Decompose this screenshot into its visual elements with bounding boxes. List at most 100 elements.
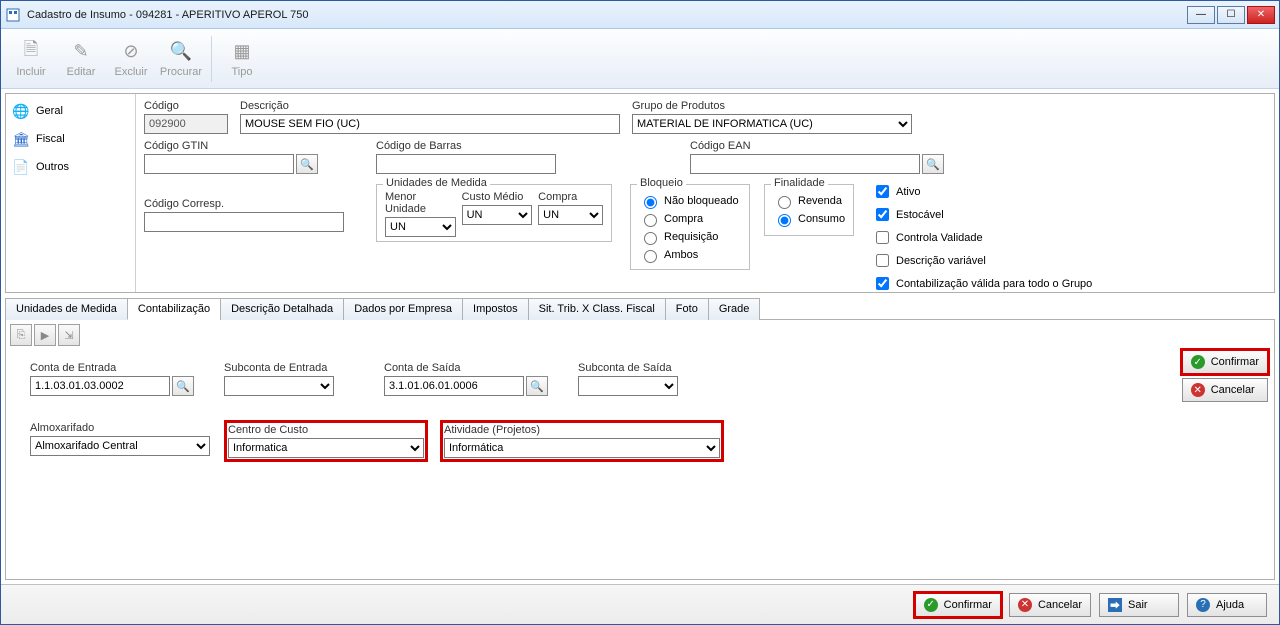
maximize-button[interactable]: ☐ xyxy=(1217,6,1245,24)
footer-confirmar-button[interactable]: ✓ Confirmar xyxy=(915,593,1001,617)
tab-sit-trib[interactable]: Sit. Trib. X Class. Fiscal xyxy=(528,298,666,320)
validade-label: Controla Validade xyxy=(896,232,983,244)
new-doc-icon: 🗎 xyxy=(19,40,43,64)
subconta-entrada-select[interactable] xyxy=(224,376,334,396)
descvar-checkbox[interactable] xyxy=(876,254,889,267)
sidenav-outros[interactable]: 📄 Outros xyxy=(10,156,131,178)
conta-saida-search[interactable]: 🔍 xyxy=(526,376,548,396)
tab-impostos[interactable]: Impostos xyxy=(462,298,529,320)
conta-saida-input[interactable] xyxy=(384,376,524,396)
sidenav-fiscal[interactable]: 🏛 Fiscal xyxy=(10,128,131,150)
finalidade-consumo-radio[interactable] xyxy=(778,214,791,227)
codigo-label: Código xyxy=(144,100,228,112)
ean-search-button[interactable]: 🔍 xyxy=(922,154,944,174)
bloqueio-compra-label: Compra xyxy=(664,213,703,225)
mini-play-button[interactable]: ▶ xyxy=(34,324,56,346)
contab-checkbox[interactable] xyxy=(876,277,889,290)
tab-contabilizacao[interactable]: Contabilização xyxy=(127,298,221,320)
toolbar-incluir[interactable]: 🗎 Incluir xyxy=(7,32,55,86)
corresp-input[interactable] xyxy=(144,212,344,232)
footer-confirmar-label: Confirmar xyxy=(944,599,992,611)
grupo-select[interactable]: MATERIAL DE INFORMATICA (UC) xyxy=(632,114,912,134)
bloqueio-ambos-radio[interactable] xyxy=(644,250,657,263)
toolbar-editar[interactable]: ✎ Editar xyxy=(57,32,105,86)
menor-unidade-label: Menor Unidade xyxy=(385,191,456,215)
tab-grade[interactable]: Grade xyxy=(708,298,761,320)
close-button[interactable]: ✕ xyxy=(1247,6,1275,24)
atividade-select[interactable]: Informática xyxy=(444,438,720,458)
menor-unidade-select[interactable]: UN xyxy=(385,217,456,237)
finalidade-revenda-radio[interactable] xyxy=(778,196,791,209)
atividade-label: Atividade (Projetos) xyxy=(444,424,720,436)
toolbar-excluir[interactable]: ⊘ Excluir xyxy=(107,32,155,86)
inner-confirmar-label: Confirmar xyxy=(1211,356,1259,368)
finalidade-consumo-label: Consumo xyxy=(798,213,845,225)
custo-medio-label: Custo Médio xyxy=(462,191,533,203)
footer-cancelar-button[interactable]: ✕ Cancelar xyxy=(1009,593,1091,617)
tab-dados-empresa[interactable]: Dados por Empresa xyxy=(343,298,463,320)
minimize-button[interactable]: — xyxy=(1187,6,1215,24)
mini-copy-button[interactable]: ⎘ xyxy=(10,324,32,346)
toolbar-procurar[interactable]: 🔍 Procurar xyxy=(157,32,205,86)
app-icon xyxy=(5,7,21,23)
conta-entrada-input[interactable] xyxy=(30,376,170,396)
tab-unidades[interactable]: Unidades de Medida xyxy=(5,298,128,320)
barras-input[interactable] xyxy=(376,154,556,174)
grupo-label: Grupo de Produtos xyxy=(632,100,912,112)
cancel-icon: ✕ xyxy=(1018,598,1032,612)
window-title: Cadastro de Insumo - 094281 - APERITIVO … xyxy=(27,9,1187,21)
inner-confirmar-button[interactable]: ✓ Confirmar xyxy=(1182,350,1268,374)
footer-ajuda-label: Ajuda xyxy=(1216,599,1244,611)
toolbar-tipo[interactable]: ▦ Tipo xyxy=(218,32,266,86)
subconta-entrada-label: Subconta de Entrada xyxy=(224,362,334,374)
ativo-checkbox[interactable] xyxy=(876,185,889,198)
sidenav-fiscal-label: Fiscal xyxy=(36,133,65,145)
subconta-saida-select[interactable] xyxy=(578,376,678,396)
edit-doc-icon: ✎ xyxy=(69,40,93,64)
toolbar-excluir-label: Excluir xyxy=(114,66,147,78)
tab-foto[interactable]: Foto xyxy=(665,298,709,320)
descricao-input[interactable] xyxy=(240,114,620,134)
mini-paste-button[interactable]: ⇲ xyxy=(58,324,80,346)
type-icon: ▦ xyxy=(230,40,254,64)
titlebar: Cadastro de Insumo - 094281 - APERITIVO … xyxy=(1,1,1279,29)
bloqueio-compra-radio[interactable] xyxy=(644,214,657,227)
bloqueio-req-radio[interactable] xyxy=(644,232,657,245)
sidenav-geral[interactable]: 🌐 Geral xyxy=(10,100,131,122)
footer-sair-label: Sair xyxy=(1128,599,1148,611)
tab-strip: Unidades de Medida Contabilização Descri… xyxy=(5,297,1275,320)
inner-cancelar-label: Cancelar xyxy=(1211,384,1255,396)
custo-medio-select[interactable]: UN xyxy=(462,205,533,225)
footer-bar: ✓ Confirmar ✕ Cancelar ⮕ Sair ? Ajuda xyxy=(1,584,1279,624)
conta-entrada-search[interactable]: 🔍 xyxy=(172,376,194,396)
compra-select[interactable]: UN xyxy=(538,205,603,225)
exit-icon: ⮕ xyxy=(1108,598,1122,612)
search-icon: 🔍 xyxy=(300,158,314,171)
bloqueio-nao-radio[interactable] xyxy=(644,196,657,209)
ativo-label: Ativo xyxy=(896,186,920,198)
centro-custo-select[interactable]: Informatica xyxy=(228,438,424,458)
tab-body: ⎘ ▶ ⇲ ✓ Confirmar ✕ Cancelar Conta de En… xyxy=(5,320,1275,580)
toolbar-separator xyxy=(211,36,212,82)
ean-input[interactable] xyxy=(690,154,920,174)
gtin-label: Código GTIN xyxy=(144,140,344,152)
main-toolbar: 🗎 Incluir ✎ Editar ⊘ Excluir 🔍 Procurar … xyxy=(1,29,1279,89)
help-icon: ? xyxy=(1196,598,1210,612)
tab-descricao[interactable]: Descrição Detalhada xyxy=(220,298,344,320)
footer-sair-button[interactable]: ⮕ Sair xyxy=(1099,593,1179,617)
gtin-input[interactable] xyxy=(144,154,294,174)
estocavel-checkbox[interactable] xyxy=(876,208,889,221)
sidenav-geral-label: Geral xyxy=(36,105,63,117)
inner-cancelar-button[interactable]: ✕ Cancelar xyxy=(1182,378,1268,402)
finalidade-legend: Finalidade xyxy=(771,177,828,189)
footer-ajuda-button[interactable]: ? Ajuda xyxy=(1187,593,1267,617)
check-icon: ✓ xyxy=(1191,355,1205,369)
gtin-search-button[interactable]: 🔍 xyxy=(296,154,318,174)
compra-label: Compra xyxy=(538,191,603,203)
validade-checkbox[interactable] xyxy=(876,231,889,244)
estocavel-label: Estocável xyxy=(896,209,944,221)
almoxarifado-select[interactable]: Almoxarifado Central xyxy=(30,436,210,456)
delete-doc-icon: ⊘ xyxy=(119,40,143,64)
toolbar-tipo-label: Tipo xyxy=(232,66,253,78)
contab-label: Contabilização válida para todo o Grupo xyxy=(896,278,1092,290)
